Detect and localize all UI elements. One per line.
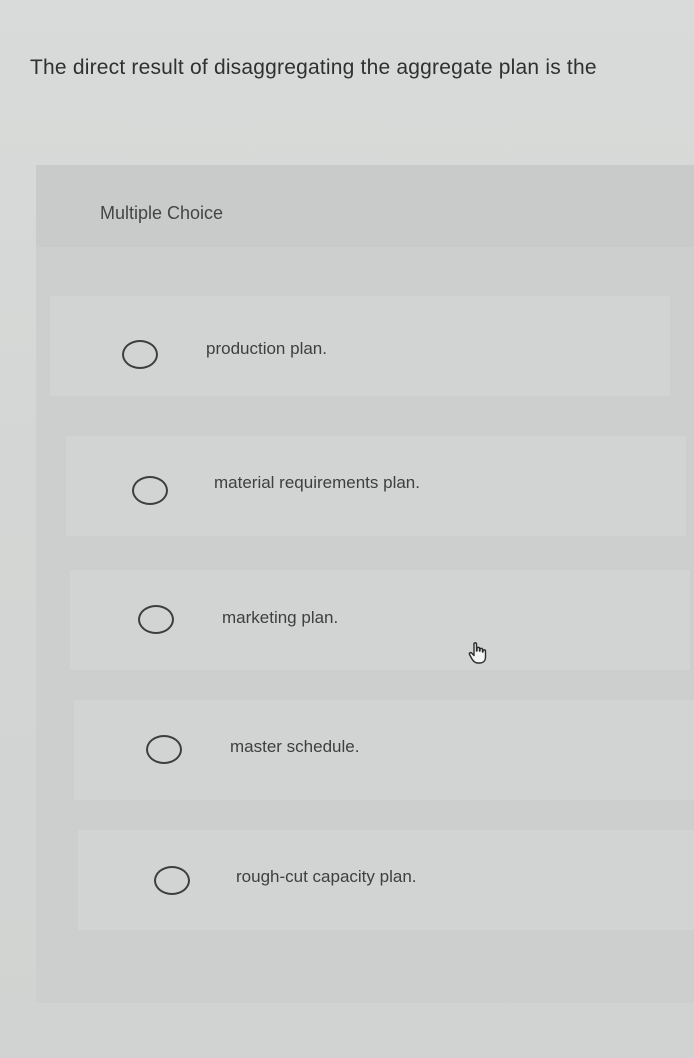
radio-circle-icon[interactable] bbox=[154, 866, 190, 895]
option-marketing-plan[interactable]: marketing plan. bbox=[70, 570, 690, 670]
option-master-schedule[interactable]: master schedule. bbox=[74, 700, 694, 800]
multiple-choice-title: Multiple Choice bbox=[100, 203, 224, 223]
multiple-choice-header: Multiple Choice bbox=[36, 165, 694, 247]
option-label: rough-cut capacity plan. bbox=[236, 867, 417, 886]
radio-circle-icon[interactable] bbox=[138, 605, 174, 634]
radio-circle-icon[interactable] bbox=[132, 476, 168, 505]
question-text: The direct result of disaggregating the … bbox=[30, 56, 597, 79]
radio-circle-icon[interactable] bbox=[122, 340, 158, 369]
option-label: master schedule. bbox=[230, 737, 360, 756]
option-production-plan[interactable]: production plan. bbox=[50, 296, 670, 396]
option-rough-cut-capacity-plan[interactable]: rough-cut capacity plan. bbox=[78, 830, 694, 930]
option-material-requirements-plan[interactable]: material requirements plan. bbox=[66, 436, 686, 536]
option-label: production plan. bbox=[206, 339, 327, 358]
radio-circle-icon[interactable] bbox=[146, 735, 182, 764]
option-label: marketing plan. bbox=[222, 608, 339, 627]
hand-pointer-icon bbox=[468, 642, 487, 664]
option-label: material requirements plan. bbox=[214, 473, 420, 492]
